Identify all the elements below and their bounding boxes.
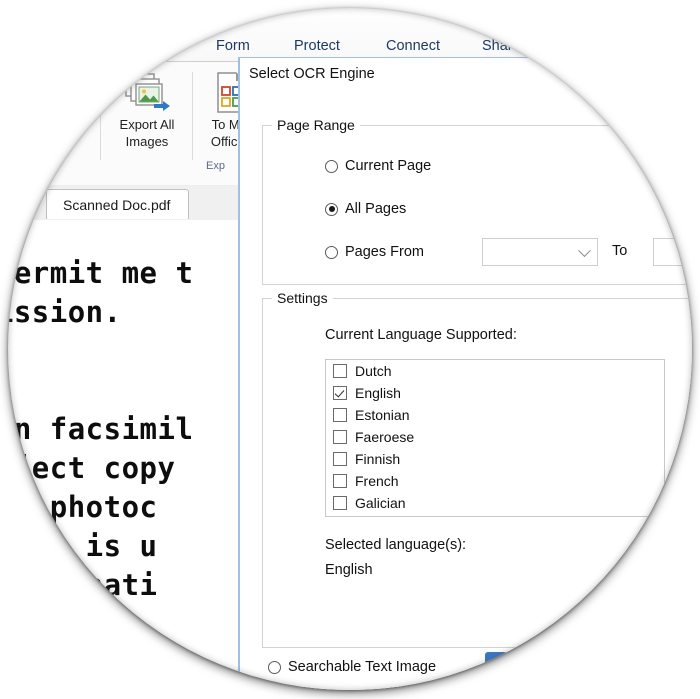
- export-all-images-button[interactable]: Export All Images: [106, 70, 188, 176]
- dialog-title: Select OCR Engine: [249, 66, 375, 82]
- radio-current-page-indicator: [325, 159, 338, 173]
- checkbox-french[interactable]: [333, 474, 347, 488]
- export-all-images-label-line2: Images: [125, 134, 169, 149]
- radio-all-pages[interactable]: All Pages: [325, 201, 406, 217]
- checkbox-estonian[interactable]: [333, 408, 347, 422]
- pages-from-combobox[interactable]: [482, 238, 598, 266]
- chevron-down-icon: ▼: [72, 129, 82, 139]
- checkbox-finnish[interactable]: [333, 452, 347, 466]
- checkbox-galician[interactable]: [333, 496, 347, 510]
- radio-searchable-text-image-label: Searchable Text Image: [288, 659, 437, 675]
- radio-pages-from-indicator: [325, 245, 338, 259]
- document-tab-scanned-doc[interactable]: Scanned Doc.pdf: [46, 189, 190, 219]
- language-label-dutch: Dutch: [355, 363, 392, 379]
- list-item[interactable]: Galician: [326, 492, 664, 514]
- list-item[interactable]: English: [326, 382, 664, 404]
- checkbox-english[interactable]: [333, 386, 347, 400]
- radio-searchable-text-image[interactable]: Searchable Text Image: [268, 659, 436, 675]
- ribbon-tab-view[interactable]: ew: [160, 38, 179, 54]
- ribbon-group-title-export: Exp: [206, 160, 225, 172]
- language-label-faeroese: Faeroese: [355, 429, 415, 445]
- radio-searchable-text-image-indicator: [268, 660, 281, 674]
- settings-legend: Settings: [272, 290, 333, 306]
- list-item[interactable]: Estonian: [326, 404, 664, 426]
- current-language-heading: Current Language Supported:: [325, 327, 517, 343]
- language-label-galician: Galician: [355, 495, 406, 511]
- settings-groupbox: Settings Current Language Supported: Dut…: [262, 290, 692, 648]
- circular-vignette-mask: ew Form Protect Connect Share o▼ Export …: [8, 8, 692, 690]
- radio-all-pages-indicator: [325, 202, 338, 216]
- language-label-finnish: Finnish: [355, 451, 401, 467]
- radio-pages-from-label: Pages From: [345, 244, 424, 260]
- language-label-english: English: [355, 385, 401, 401]
- list-item[interactable]: Faeroese: [326, 426, 664, 448]
- checkbox-faeroese[interactable]: [333, 430, 347, 444]
- radio-current-page-label: Current Page: [345, 158, 432, 174]
- ribbon-tab-form[interactable]: Form: [216, 38, 250, 54]
- images-export-icon: [106, 70, 188, 116]
- list-item[interactable]: Dutch: [326, 360, 664, 382]
- ribbon-separator: [100, 72, 101, 160]
- chevron-down-icon-from: [578, 244, 591, 258]
- checkbox-dutch[interactable]: [333, 364, 347, 378]
- ribbon-tab-protect[interactable]: Protect: [294, 38, 340, 54]
- app-canvas: ew Form Protect Connect Share o▼ Export …: [8, 8, 692, 690]
- screenshot-frame: ew Form Protect Connect Share o▼ Export …: [0, 0, 700, 699]
- ribbon-tab-connect[interactable]: Connect: [386, 38, 440, 54]
- language-checkbox-list[interactable]: Dutch English Estonian Faeroese Finnish …: [325, 359, 665, 517]
- page-range-groupbox: Page Range Current Page All Pages Pages …: [262, 117, 692, 285]
- pages-to-input[interactable]: [653, 238, 692, 266]
- selected-languages-value: English: [325, 562, 373, 578]
- page-range-legend: Page Range: [272, 117, 360, 133]
- export-all-images-label-line1: Export All: [119, 117, 175, 132]
- ribbon-tab-share[interactable]: Share: [482, 38, 521, 54]
- select-ocr-engine-dialog: Select OCR Engine Page Range Current Pag…: [238, 57, 692, 690]
- list-item[interactable]: French: [326, 470, 664, 492]
- selected-languages-heading: Selected language(s):: [325, 537, 467, 553]
- document-tab-label: Scanned Doc.pdf: [63, 196, 171, 213]
- dialog-primary-button-edge[interactable]: [485, 652, 507, 667]
- radio-all-pages-label: All Pages: [345, 201, 407, 217]
- radio-current-page[interactable]: Current Page: [325, 158, 431, 174]
- language-label-french: French: [355, 473, 399, 489]
- language-label-estonian: Estonian: [355, 407, 410, 423]
- radio-pages-from[interactable]: Pages From: [325, 244, 424, 260]
- ribbon-separator-2: [192, 72, 193, 160]
- to-label: To: [612, 243, 628, 259]
- list-item[interactable]: Finnish: [326, 448, 664, 470]
